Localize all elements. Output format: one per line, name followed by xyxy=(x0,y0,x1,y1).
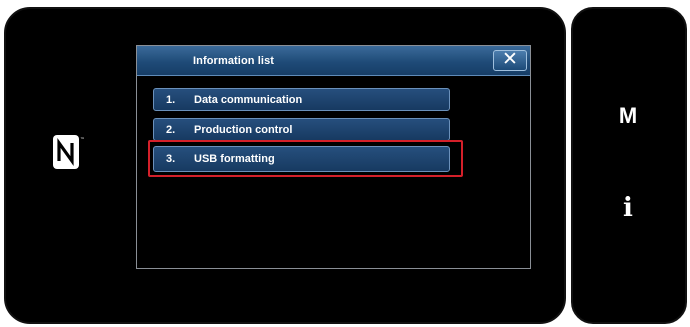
selection-highlight xyxy=(148,140,463,177)
dialog-title-bar: Information list ✕ xyxy=(137,46,530,76)
mode-button[interactable]: M xyxy=(604,103,652,129)
close-button[interactable]: ✕ xyxy=(493,50,527,71)
menu-item-number: 2. xyxy=(166,124,176,136)
nfc-icon: ™ xyxy=(50,132,86,172)
information-button[interactable]: i xyxy=(604,193,652,223)
close-icon: ✕ xyxy=(502,49,518,70)
menu-item-label: Data communication xyxy=(194,94,303,106)
dialog-title: Information list xyxy=(193,55,275,67)
menu-item-data-communication[interactable]: 1. Data communication xyxy=(153,88,450,111)
side-control-panel xyxy=(571,7,687,324)
svg-text:™: ™ xyxy=(80,137,85,143)
menu-item-number: 1. xyxy=(166,94,176,106)
menu-item-label: Production control xyxy=(194,124,293,136)
menu-item-production-control[interactable]: 2. Production control xyxy=(153,118,450,141)
